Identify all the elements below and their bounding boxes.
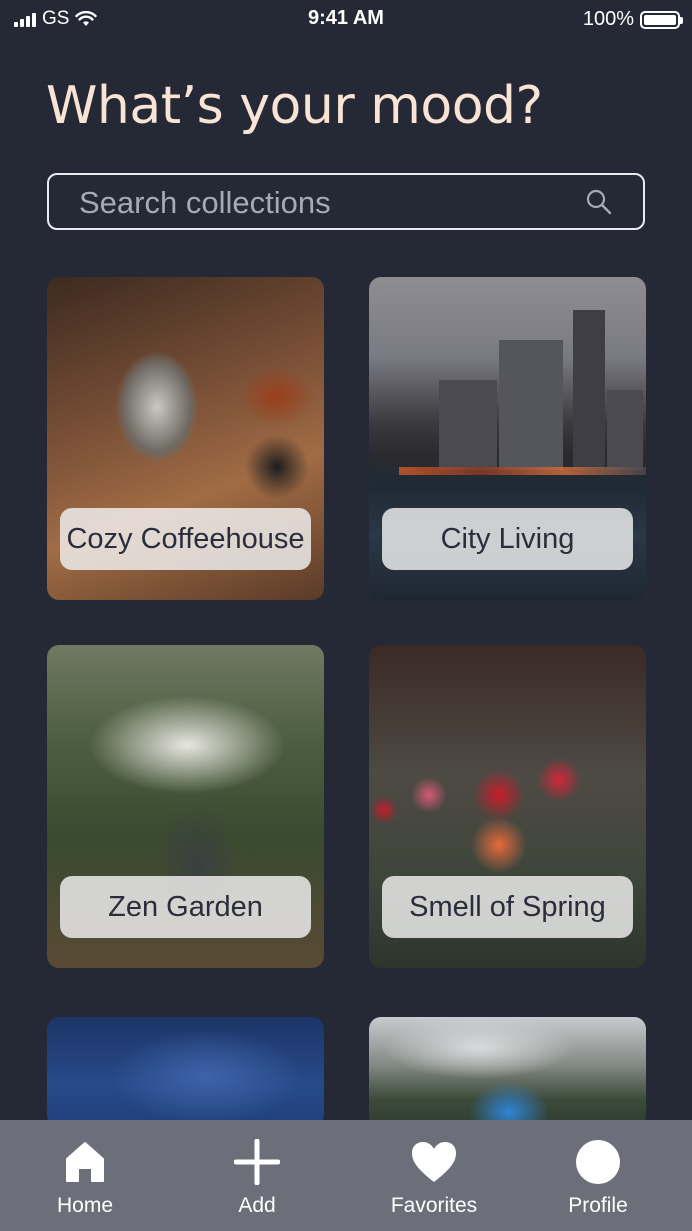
collection-label: Smell of Spring: [382, 876, 633, 938]
tab-label: Home: [56, 1194, 114, 1217]
search-input[interactable]: [77, 175, 561, 230]
profile-icon: [576, 1140, 620, 1184]
tab-home[interactable]: Home: [15, 1120, 155, 1231]
collection-card-smell-of-spring[interactable]: Smell of Spring: [369, 645, 646, 968]
collection-card-city-living[interactable]: City Living: [369, 277, 646, 600]
city-lights: [399, 467, 646, 475]
home-icon: [66, 1142, 104, 1182]
battery-label: 100%: [582, 8, 634, 30]
plus-icon: [234, 1139, 280, 1185]
tab-profile[interactable]: Profile: [528, 1120, 668, 1231]
collection-card-night-sky[interactable]: [47, 1017, 324, 1127]
tab-bar: Home Add Favorites Profile: [0, 1120, 692, 1231]
page-title: What’s your mood?: [46, 76, 543, 136]
building-shape: [573, 310, 605, 470]
tab-favorites[interactable]: Favorites: [364, 1120, 504, 1231]
search-icon[interactable]: [585, 188, 613, 221]
tab-label: Add: [238, 1194, 276, 1217]
building-shape: [499, 340, 563, 470]
tab-add[interactable]: Add: [187, 1120, 327, 1231]
heart-icon: [412, 1142, 456, 1182]
tab-label: Profile: [568, 1194, 628, 1217]
battery-icon: [640, 10, 683, 29]
collection-label: Cozy Coffeehouse: [60, 508, 311, 570]
status-right: 100%: [582, 8, 683, 31]
collection-card-zen-garden[interactable]: Zen Garden: [47, 645, 324, 968]
collection-card-mountain-camp[interactable]: [369, 1017, 646, 1127]
building-shape: [607, 390, 643, 470]
collection-label: Zen Garden: [60, 876, 311, 938]
collection-label: City Living: [382, 508, 633, 570]
search-bar[interactable]: [47, 173, 645, 230]
building-shape: [439, 380, 497, 470]
collection-card-cozy-coffeehouse[interactable]: Cozy Coffeehouse: [47, 277, 324, 600]
status-bar: GS 9:41 AM 100%: [0, 0, 692, 40]
tab-label: Favorites: [390, 1194, 478, 1217]
